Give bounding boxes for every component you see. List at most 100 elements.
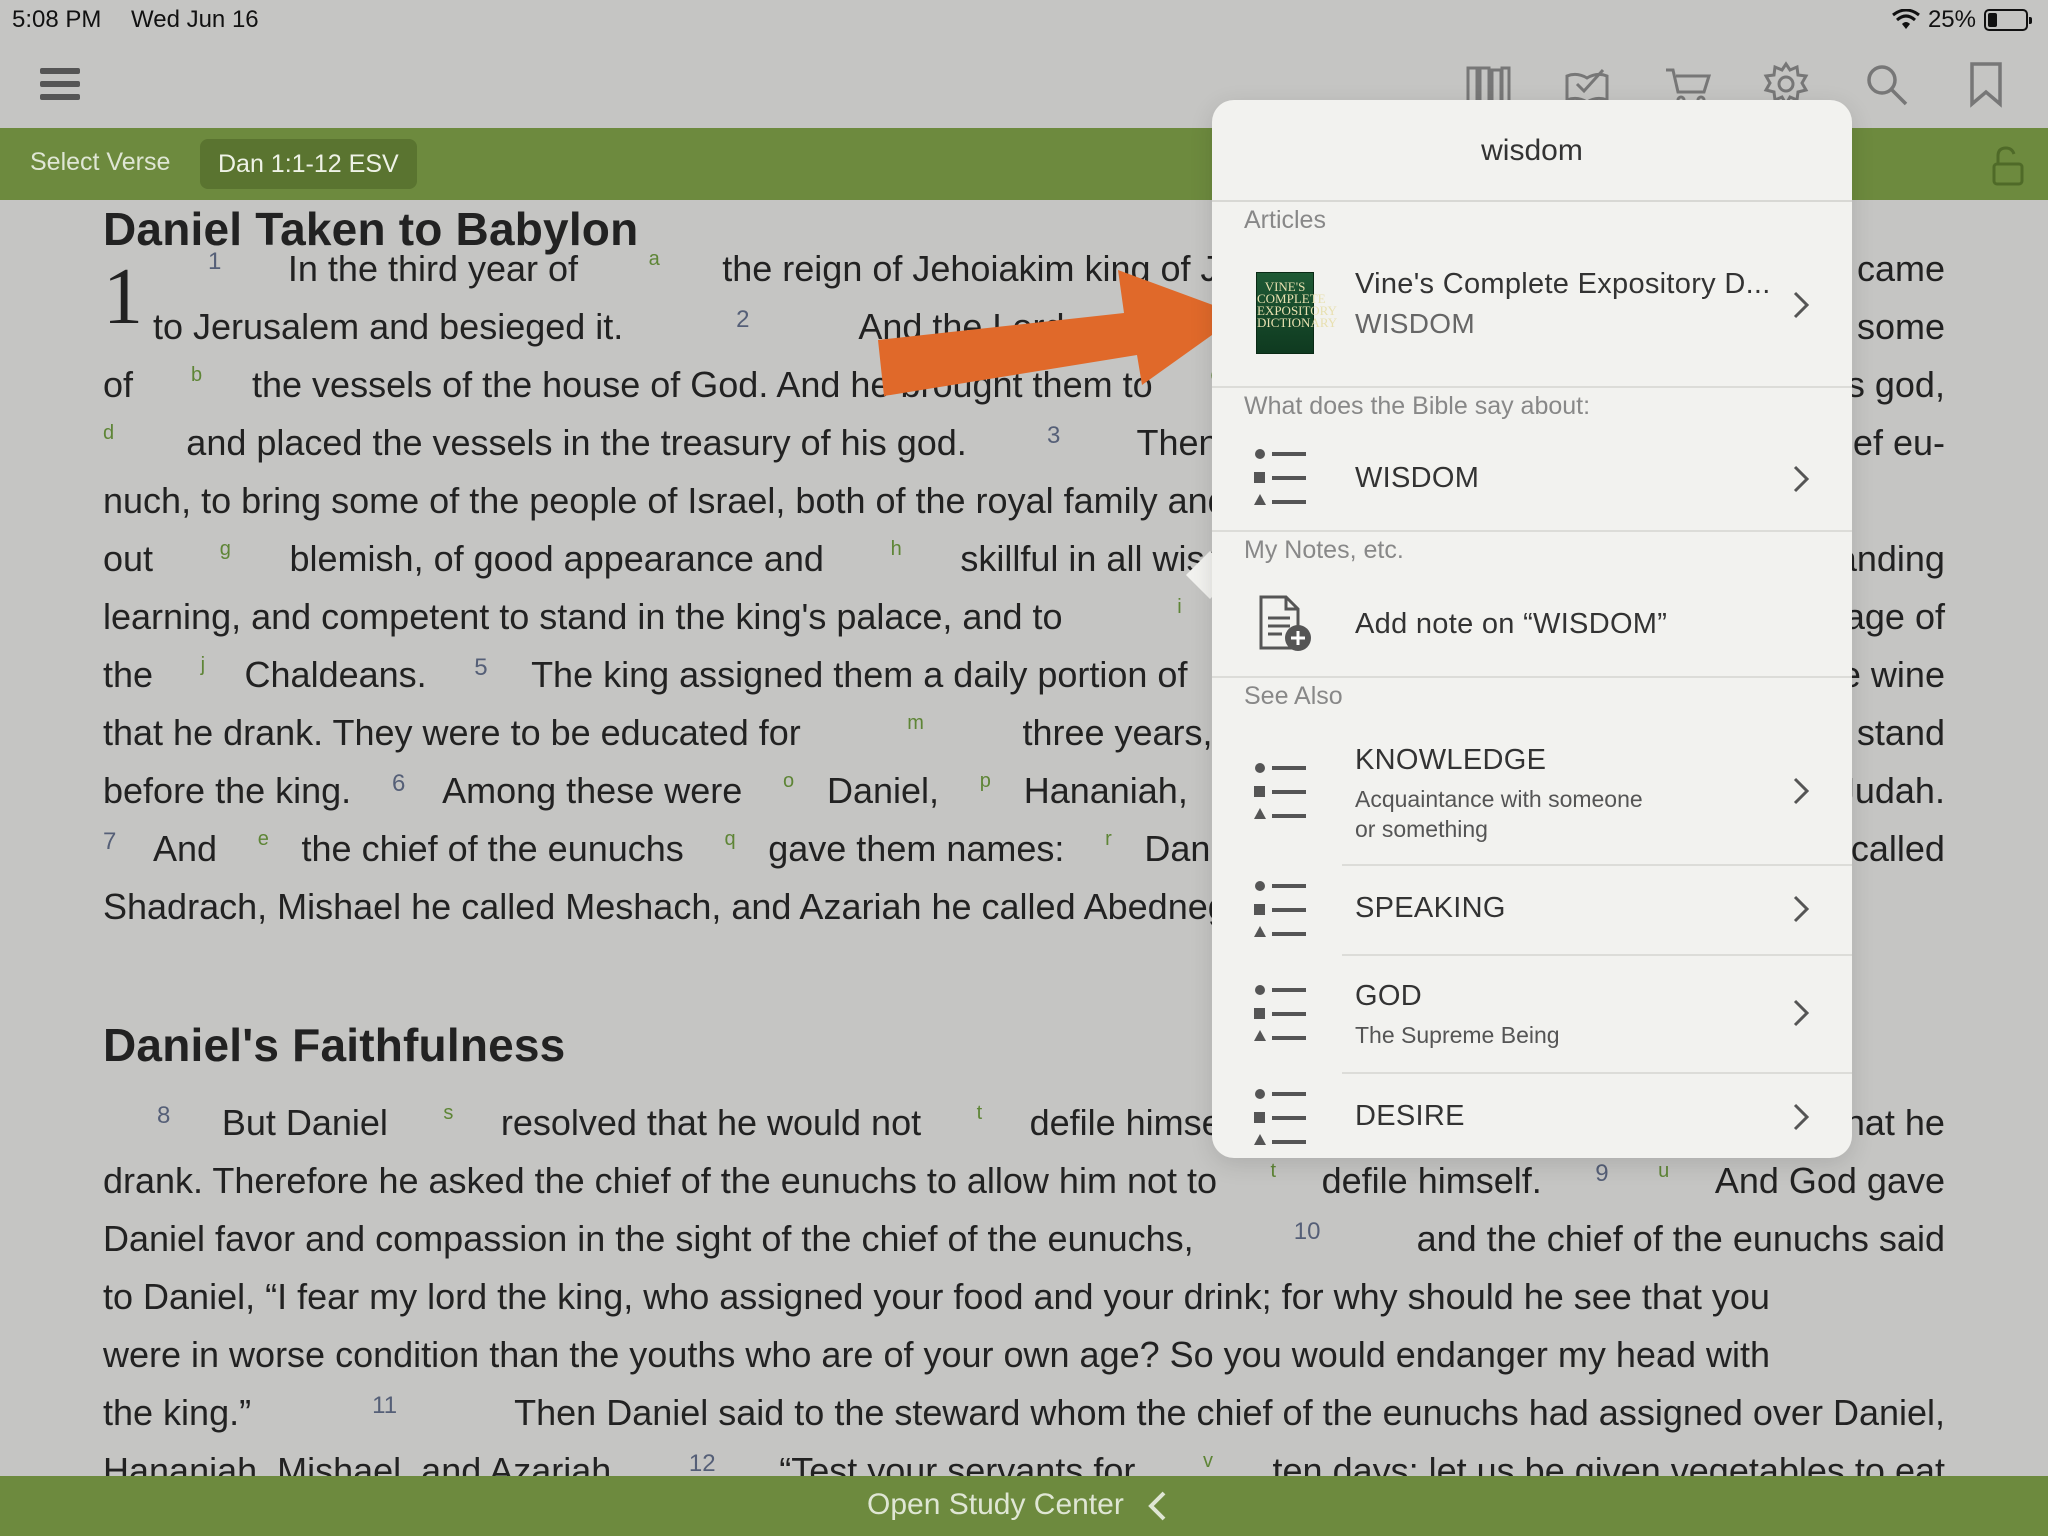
cross-reference-marker[interactable]: v <box>1203 1450 1213 1476</box>
verse-text[interactable]: And <box>153 828 227 870</box>
see-also-title: SPEAKING <box>1355 892 1506 924</box>
add-note-row[interactable]: Add note on “WISDOM” <box>1212 576 1852 676</box>
verse-line[interactable]: Hananiah, Mishael, and Azariah, 12 “Test … <box>103 1450 1945 1476</box>
verse-text[interactable]: ten days; let us be given vegetables to … <box>1273 1450 1945 1476</box>
verse-text[interactable]: But Daniel <box>222 1102 398 1144</box>
verse-line[interactable]: to Daniel, “I fear my lord the king, who… <box>103 1276 1945 1318</box>
verse-text[interactable]: before the king. <box>103 770 361 812</box>
verse-text[interactable]: Chaldeans. <box>245 654 437 696</box>
cross-reference-marker[interactable]: a <box>649 248 660 290</box>
wifi-icon <box>1892 9 1920 29</box>
verse-number[interactable]: 9 <box>1595 1160 1608 1202</box>
verse-text[interactable]: resolved that he would not <box>501 1102 931 1144</box>
cross-reference-marker[interactable]: m <box>907 712 924 754</box>
cross-reference-marker[interactable]: o <box>783 770 794 812</box>
cross-reference-marker[interactable]: e <box>258 828 269 870</box>
verse-number[interactable]: 5 <box>474 654 487 696</box>
annotation-arrow <box>878 270 1240 396</box>
bible-topic-row[interactable]: WISDOM <box>1212 430 1852 530</box>
open-study-center-label[interactable]: Open Study Center <box>867 1488 1124 1522</box>
verse-line[interactable]: drank. Therefore he asked the chief of t… <box>103 1160 1945 1202</box>
verse-text[interactable]: the king.” <box>103 1392 261 1434</box>
add-note-icon <box>1259 595 1311 651</box>
article-row[interactable]: VINE'S COMPLETE EXPOSITORY DICTIONARY Vi… <box>1212 246 1852 386</box>
verse-text[interactable]: blemish, of good appearance and <box>290 538 834 580</box>
verse-text[interactable]: The king assigned them a daily portion o… <box>531 654 1197 696</box>
verse-text[interactable]: In the third year of <box>288 248 588 290</box>
verse-line[interactable]: the king.” 11 Then Daniel said to the ste… <box>103 1392 1945 1434</box>
verse-text[interactable]: Daniel, <box>827 770 949 812</box>
verse-text[interactable]: and placed the vessels in the treasury o… <box>186 422 976 464</box>
see-also-item-knowledge[interactable]: KNOWLEDGE Acquaintance with someone or s… <box>1212 720 1852 864</box>
topic-list-icon <box>1254 449 1306 505</box>
unlock-icon[interactable] <box>1984 144 2028 188</box>
see-also-item-speaking[interactable]: SPEAKING <box>1212 866 1852 954</box>
bookmark-icon[interactable] <box>1960 58 2012 110</box>
verse-text[interactable]: Hananiah, <box>1024 770 1198 812</box>
verse-text[interactable]: to Daniel, “I fear my lord the king, who… <box>103 1276 1770 1318</box>
verse-text[interactable]: defile himself. <box>1322 1160 1552 1202</box>
cross-reference-marker[interactable]: r <box>1105 828 1112 870</box>
menu-icon[interactable] <box>34 58 86 110</box>
cross-reference-marker[interactable]: h <box>891 538 902 580</box>
verse-text[interactable]: Daniel favor and compassion in the sight… <box>103 1218 1204 1260</box>
verse-number[interactable]: 10 <box>1294 1218 1321 1260</box>
cross-reference-marker[interactable]: s <box>443 1102 453 1144</box>
see-also-subtitle: The Supreme Being <box>1355 1022 1560 1048</box>
topic-list-icon <box>1254 881 1306 937</box>
verse-text[interactable]: of <box>103 364 143 406</box>
cross-reference-marker[interactable]: g <box>220 538 231 580</box>
verse-text[interactable]: gave them names: <box>768 828 1074 870</box>
verse-text[interactable]: that he drank. They were to be educated … <box>103 712 811 754</box>
verse-text[interactable]: drank. Therefore he asked the chief of t… <box>103 1160 1227 1202</box>
study-center-bar[interactable]: Open Study Center <box>0 1476 2048 1536</box>
see-also-item-god[interactable]: GOD The Supreme Being <box>1212 956 1852 1072</box>
cross-reference-marker[interactable]: b <box>191 364 202 406</box>
see-also-item-desire[interactable]: DESIRE <box>1212 1074 1852 1158</box>
verse-text[interactable]: to Jerusalem and besieged it. <box>153 306 633 348</box>
verse-number[interactable]: 2 <box>736 306 749 348</box>
verse-text[interactable]: And God gave <box>1715 1160 1945 1202</box>
cross-reference-marker[interactable]: d <box>103 422 114 464</box>
verse-text[interactable]: Hananiah, Mishael, and Azariah, <box>103 1450 631 1476</box>
bible-topic-title: WISDOM <box>1355 462 1480 494</box>
verse-text[interactable]: the chief of the eunuchs <box>302 828 694 870</box>
book-cover: VINE'S COMPLETE EXPOSITORY DICTIONARY <box>1256 272 1337 354</box>
bible-topics-header: What does the Bible say about: <box>1244 392 1591 420</box>
verse-text[interactable]: were in worse condition than the youths … <box>103 1334 1770 1376</box>
cross-reference-marker[interactable]: j <box>201 654 205 696</box>
status-bar: 5:08 PM Wed Jun 16 25% <box>0 0 2048 40</box>
add-note-label: Add note on “WISDOM” <box>1355 608 1668 640</box>
verse-text[interactable]: Then Daniel said to the steward whom the… <box>514 1392 1945 1434</box>
verse-line[interactable]: were in worse condition than the youths … <box>103 1334 1945 1376</box>
cross-reference-marker[interactable]: i <box>1177 596 1181 638</box>
verse-text[interactable]: Among these were <box>442 770 752 812</box>
see-also-subtitle: or something <box>1355 816 1488 842</box>
cross-reference-marker[interactable]: t <box>1271 1160 1277 1202</box>
verse-text[interactable]: the <box>103 654 163 696</box>
cross-reference-marker[interactable]: p <box>980 770 991 812</box>
search-icon[interactable] <box>1860 58 1912 110</box>
verse-number[interactable]: 6 <box>392 770 405 812</box>
cross-reference-marker[interactable]: u <box>1658 1160 1669 1202</box>
verse-text[interactable]: out <box>103 538 163 580</box>
verse-number[interactable]: 7 <box>103 828 116 870</box>
reference-button[interactable]: Dan 1:1-12 ESV <box>200 139 417 189</box>
verse-number[interactable]: 8 <box>157 1102 170 1144</box>
verse-number[interactable]: 11 <box>372 1392 397 1434</box>
cross-reference-marker[interactable]: q <box>724 828 735 870</box>
verse-text[interactable]: and the chief of the eunuchs said <box>1417 1218 1945 1260</box>
cross-reference-marker[interactable]: t <box>977 1102 983 1144</box>
select-verse-button[interactable]: Select Verse <box>30 148 170 177</box>
verse-text[interactable]: Shadrach, Mishael he called Meshach, and… <box>103 886 1258 927</box>
verse-number[interactable]: 1 <box>208 248 221 290</box>
battery-percent: 25% <box>1927 6 1976 33</box>
verse-line[interactable]: Daniel favor and compassion in the sight… <box>103 1218 1945 1260</box>
verse-number[interactable]: 12 <box>689 1450 716 1476</box>
status-date: Wed Jun 16 <box>131 6 259 33</box>
verse-number[interactable]: 3 <box>1047 422 1060 464</box>
chevron-left-icon[interactable] <box>1146 1490 1168 1522</box>
verse-text[interactable]: learning, and competent to stand in the … <box>103 596 1073 638</box>
see-also-title: KNOWLEDGE <box>1355 744 1547 776</box>
verse-text[interactable]: “Test your servants for <box>779 1450 1145 1476</box>
